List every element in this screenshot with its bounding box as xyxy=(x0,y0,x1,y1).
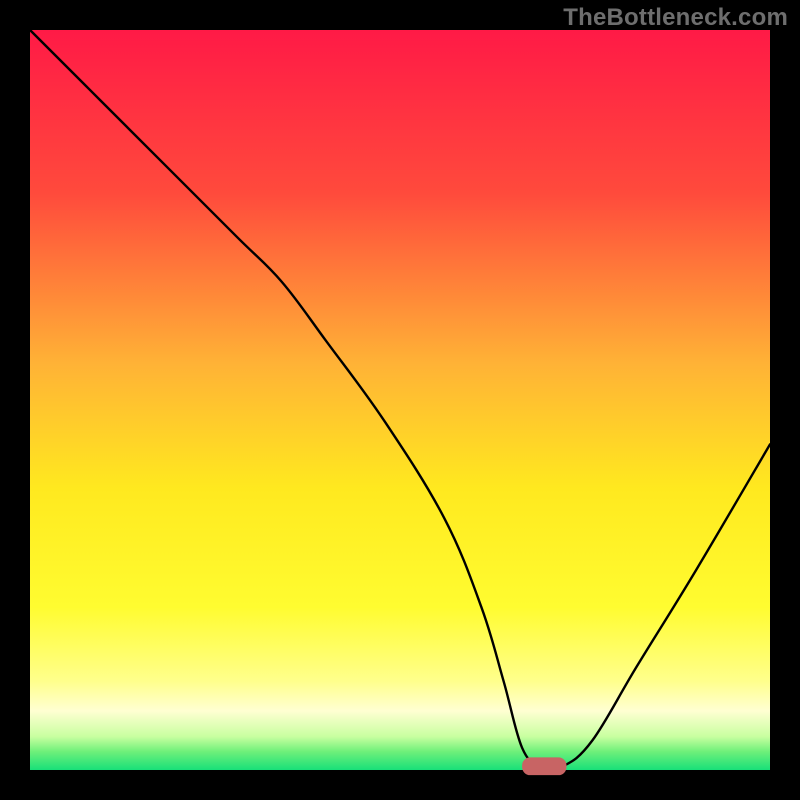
optimal-marker xyxy=(522,757,566,775)
watermark-text: TheBottleneck.com xyxy=(563,4,788,32)
chart-container: TheBottleneck.com xyxy=(0,0,800,800)
bottleneck-chart xyxy=(0,0,800,800)
